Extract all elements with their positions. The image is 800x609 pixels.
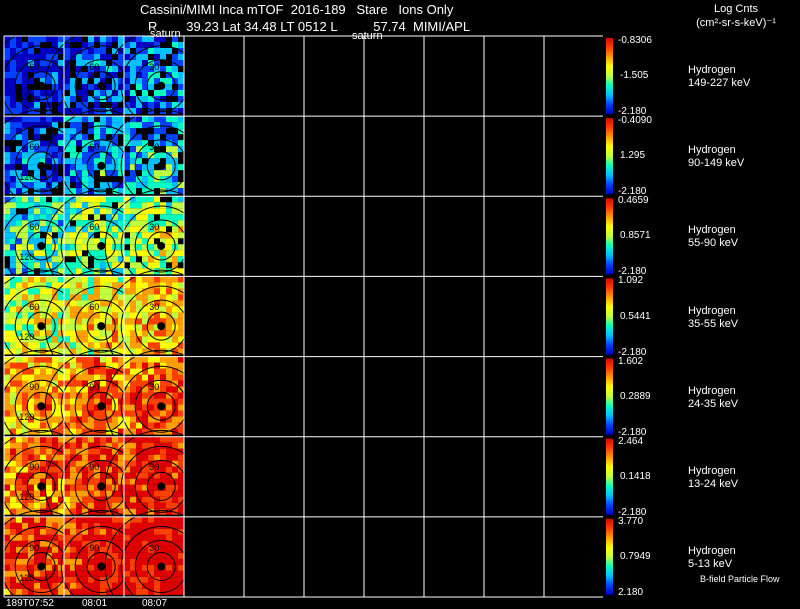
contour-label: 60 xyxy=(29,141,40,152)
saturn-marker xyxy=(37,81,46,90)
colorbar-max: 0.4659 xyxy=(618,195,649,207)
saturn-marker xyxy=(157,161,166,170)
footer-note: B-field Particle Flow xyxy=(700,574,780,584)
colorbar-max: -0.4090 xyxy=(618,115,652,127)
contour-label: 120 xyxy=(19,492,35,503)
saturn-marker xyxy=(37,161,46,170)
contour-label: 30 xyxy=(149,221,160,232)
colorbar xyxy=(606,198,613,275)
colorbar xyxy=(606,38,613,115)
contour-label: 90 xyxy=(29,542,40,553)
saturn-marker xyxy=(37,241,46,250)
colorbar xyxy=(606,118,613,195)
saturn-marker xyxy=(157,402,166,411)
contour-label: 90 xyxy=(29,382,40,393)
time-label: 08:01 xyxy=(82,598,108,609)
contour-label: 60 xyxy=(89,61,100,72)
colorbar xyxy=(606,518,613,595)
contour-label: 90 xyxy=(89,542,100,553)
saturn-marker xyxy=(157,241,166,250)
contour-label: 30 xyxy=(149,141,160,152)
contour-label: 60 xyxy=(89,221,100,232)
time-label: 08:07 xyxy=(142,598,168,609)
contour-label: 120 xyxy=(19,171,35,182)
contour-label: 120 xyxy=(19,251,35,262)
energy-channel-label: Hydrogen 90-149 keV xyxy=(688,144,745,170)
colorbar-mid: 1.295 xyxy=(620,150,646,162)
saturn-marker xyxy=(97,81,106,90)
saturn-marker xyxy=(37,562,46,571)
energy-channel-label: Hydrogen 55-90 keV xyxy=(688,224,739,250)
contour-label: 90 xyxy=(89,382,100,393)
saturn-marker xyxy=(97,241,106,250)
contour-label: 30 xyxy=(149,382,160,393)
contour-label: 60 xyxy=(89,302,100,313)
colorbar-mid: 0.2889 xyxy=(620,390,651,402)
colorbar xyxy=(606,278,613,355)
energy-channel-label: Hydrogen 5-13 keV xyxy=(688,544,736,570)
colorbar-mid: 0.1418 xyxy=(620,470,651,482)
contour-label: 60 xyxy=(89,141,100,152)
colorbar xyxy=(606,438,613,515)
contour-label: 60 xyxy=(29,221,40,232)
saturn-marker xyxy=(157,81,166,90)
saturn-marker xyxy=(97,322,106,331)
saturn-marker xyxy=(157,562,166,571)
contour-label: 30 xyxy=(149,61,160,72)
colorbar-max: 3.770 xyxy=(618,515,644,527)
contour-label: 120 xyxy=(19,332,35,343)
energy-channel-label: Hydrogen 13-24 keV xyxy=(688,464,739,490)
colorbar xyxy=(606,358,613,435)
saturn-marker xyxy=(37,322,46,331)
energy-channel-label: Hydrogen 24-35 keV xyxy=(688,384,739,410)
colorbar-mid: 0.7949 xyxy=(620,550,651,562)
panel-label-saturn: saturn xyxy=(352,30,383,42)
contour-label: 30 xyxy=(149,462,160,473)
energy-channel-label: Hydrogen 149-227 keV xyxy=(688,64,751,90)
colorbar-mid: 0.5441 xyxy=(620,310,651,322)
saturn-marker xyxy=(157,322,166,331)
saturn-marker xyxy=(37,482,46,491)
contour-label: 120 xyxy=(19,412,35,423)
contour-label: 60 xyxy=(29,61,40,72)
energy-channel-label: Hydrogen 35-55 keV xyxy=(688,304,739,330)
contour-label: 90 xyxy=(29,462,40,473)
colorbar-max: -0.8306 xyxy=(618,35,652,46)
contour-label: 30 xyxy=(149,302,160,313)
colorbar-max: 2.464 xyxy=(618,435,644,447)
saturn-marker xyxy=(157,482,166,491)
contour-label: 120 xyxy=(19,572,35,583)
time-label: 189T07:52 xyxy=(6,598,54,609)
image-grid xyxy=(0,29,613,609)
colorbar-max: 1.602 xyxy=(618,355,644,367)
panel-label-saturn: saturn xyxy=(150,28,181,40)
contour-label: 120 xyxy=(19,91,35,102)
colorbar-min: 2.180 xyxy=(618,587,644,598)
colorbar-mid: 0.8571 xyxy=(620,230,651,242)
contour-label: 60 xyxy=(29,302,40,313)
saturn-marker xyxy=(97,482,106,491)
saturn-marker xyxy=(97,402,106,411)
saturn-marker xyxy=(97,161,106,170)
colorbar-mid: -1.505 xyxy=(620,70,649,82)
contour-label: 30 xyxy=(149,542,160,553)
contour-label: 90 xyxy=(89,462,100,473)
saturn-marker xyxy=(37,402,46,411)
colorbar-max: 1.092 xyxy=(618,275,644,287)
saturn-marker xyxy=(97,562,106,571)
